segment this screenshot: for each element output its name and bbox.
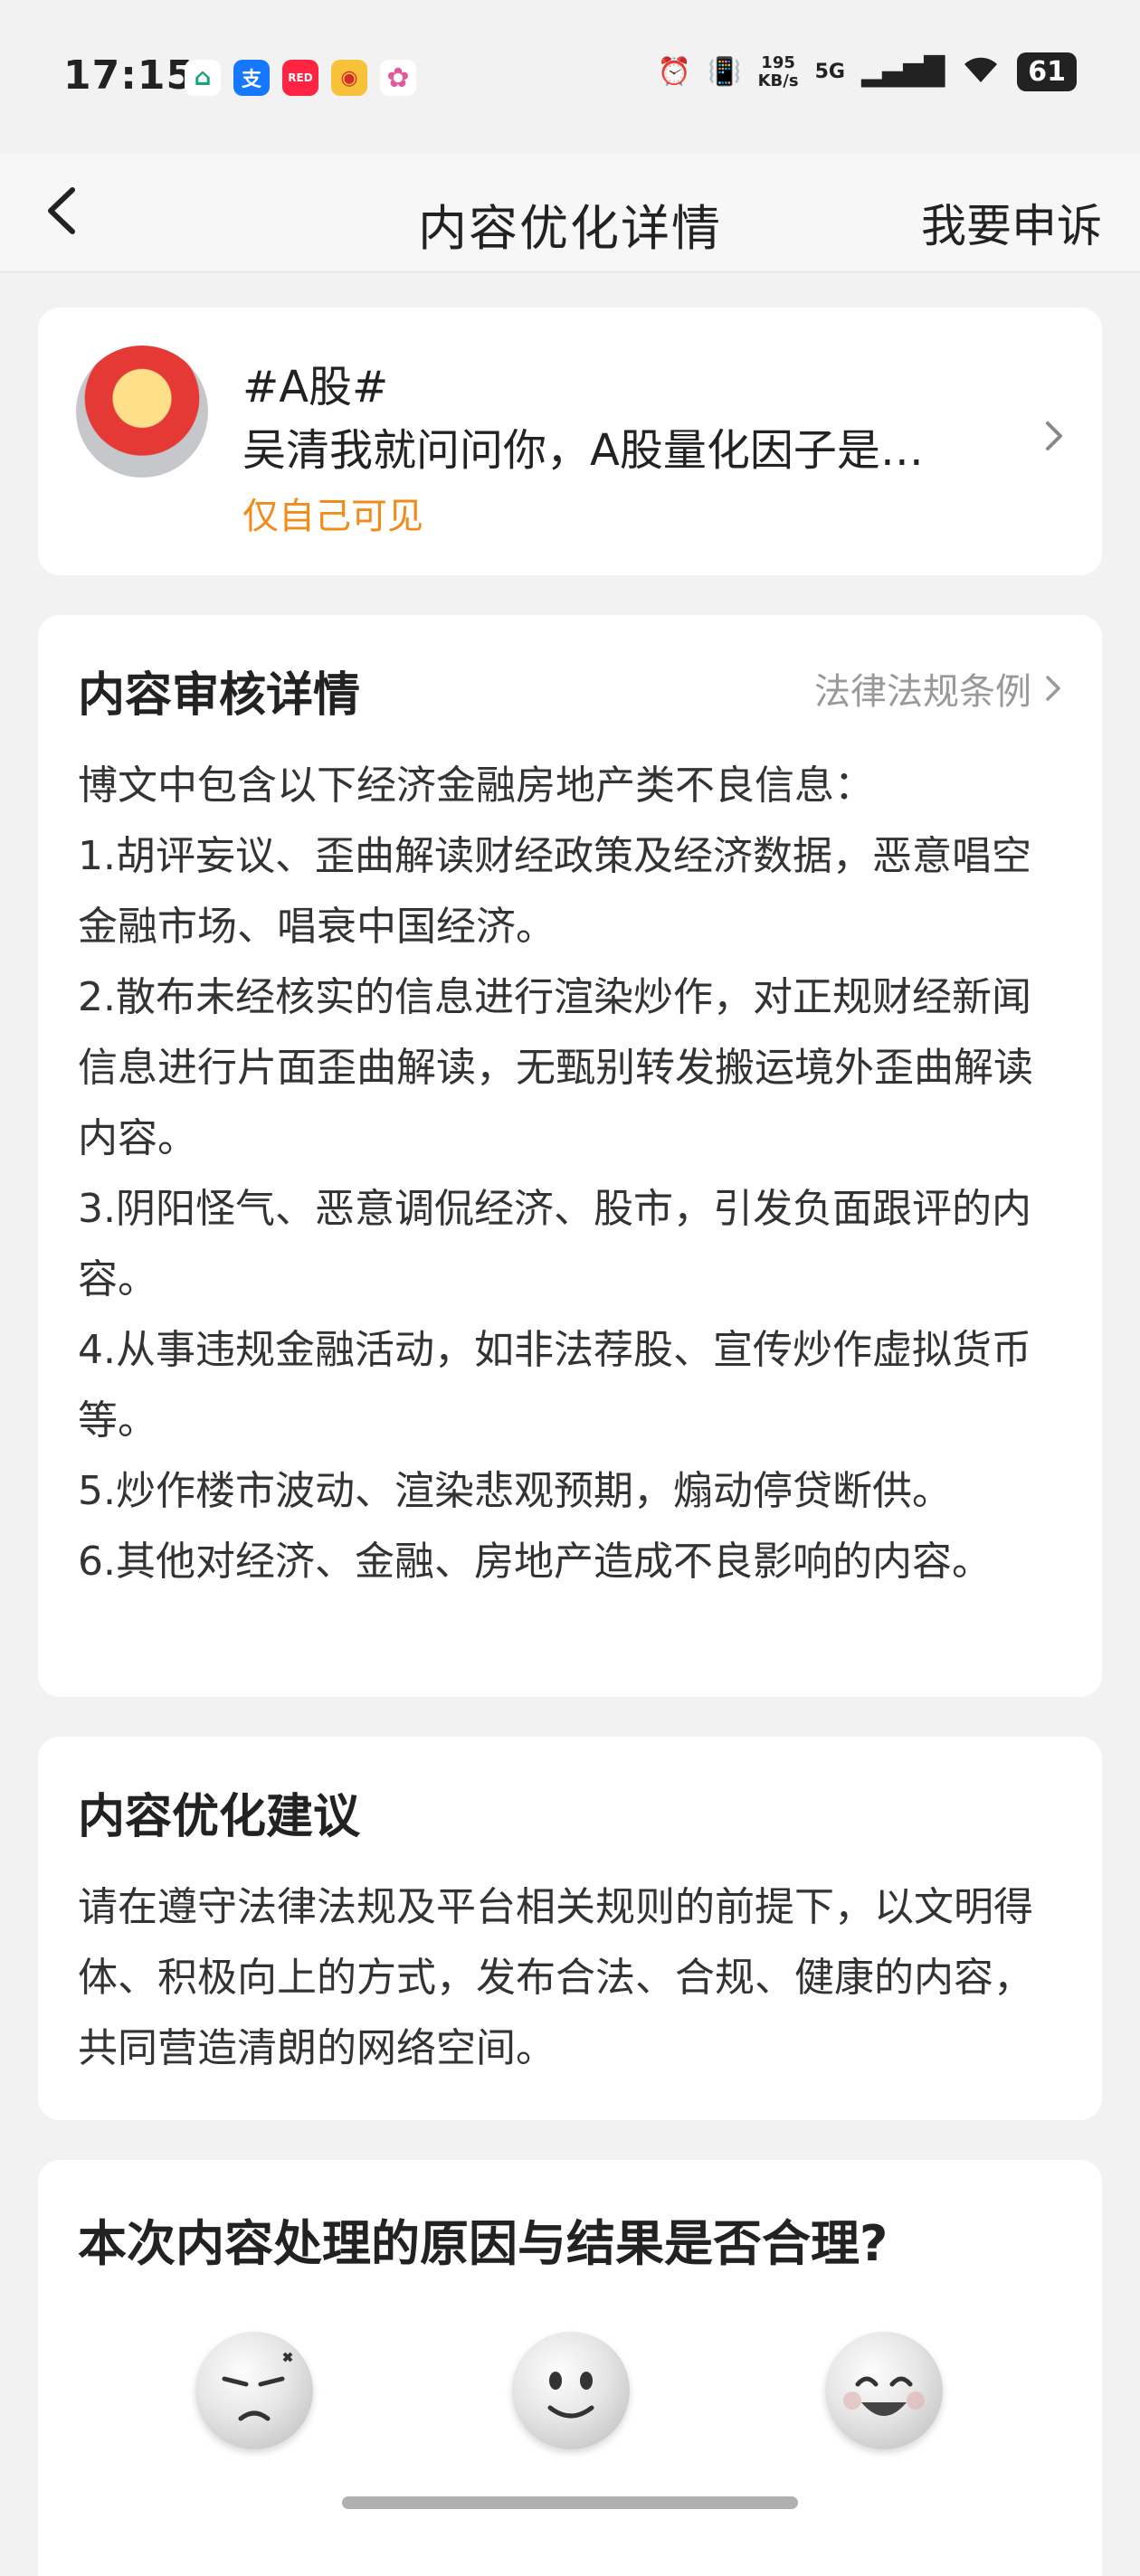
speed-value: 195 <box>761 52 795 72</box>
law-link-label: 法律法规条例 <box>814 671 1031 713</box>
review-item: 4.从事违规金融活动，如非法荐股、宣传炒作虚拟货币等。 <box>78 1327 1031 1444</box>
avatar <box>76 346 208 478</box>
annoyed-face-icon[interactable] <box>195 2332 313 2449</box>
alarm-icon: ⏰ <box>657 56 692 88</box>
post-hashtag: #A股# <box>242 362 389 412</box>
suggestion-title: 内容优化建议 <box>78 1790 361 1844</box>
network-speed: 195 KB/s <box>757 52 799 90</box>
review-details-card: 内容审核详情 法律法规条例 博文中包含以下经济金融房地产类不良信息： 1.胡评妄… <box>38 615 1102 1697</box>
wifi-icon <box>961 53 1001 91</box>
feedback-card: 本次内容处理的原因与结果是否合理? <box>38 2160 1102 2576</box>
review-intro: 博文中包含以下经济金融房地产类不良信息： <box>78 762 874 809</box>
review-body: 博文中包含以下经济金融房地产类不良信息： 1.胡评妄议、歪曲解读财经政策及经济数… <box>78 751 1064 1597</box>
review-item: 5.炒作楼市波动、渲染悲观预期，煽动停贷断供。 <box>78 1468 952 1514</box>
signal-icon: ▂▄▆█ <box>860 56 945 88</box>
status-time: 17:15 <box>63 52 195 99</box>
status-bar: 17:15 ⌂ 支 RED ◉ ✿ ⏰ 📳 195 KB/s 5G ▂▄▆█ 6… <box>0 0 1140 154</box>
visibility-label: 仅自己可见 <box>242 496 423 537</box>
review-title: 内容审核详情 <box>78 668 361 723</box>
alipay-icon: 支 <box>233 60 270 96</box>
happy-face-icon[interactable] <box>825 2332 943 2449</box>
suggestion-body: 请在遵守法律法规及平台相关规则的前提下，以文明得体、积极向上的方式，发布合法、合… <box>78 1884 1033 2071</box>
vibrate-icon: 📳 <box>708 56 742 88</box>
speed-unit: KB/s <box>757 71 799 90</box>
review-item: 6.其他对经济、金融、房地产造成不良影响的内容。 <box>78 1539 992 1585</box>
notification-icons: ⌂ 支 RED ◉ ✿ <box>185 60 416 96</box>
system-icons: ⏰ 📳 195 KB/s 5G ▂▄▆█ 61 <box>658 52 1077 91</box>
post-text: 吴清我就问问你，A股量化因子是… <box>242 425 924 476</box>
chevron-right-icon <box>1046 421 1062 450</box>
review-item: 3.阴阳怪气、恶意调侃经济、股市，引发负面跟评的内容。 <box>78 1186 1031 1302</box>
review-item: 2.散布未经核实的信息进行渲染炒作，对正规财经新闻信息进行片面歪曲解读，无甄别转… <box>78 974 1033 1161</box>
post-card[interactable]: #A股# 吴清我就问问你，A股量化因子是… 仅自己可见 <box>38 308 1102 575</box>
weibo-icon: ◉ <box>331 60 367 96</box>
network-type: 5G <box>814 61 845 83</box>
suggestion-card: 内容优化建议 请在遵守法律法规及平台相关规则的前提下，以文明得体、积极向上的方式… <box>38 1737 1102 2120</box>
flower-app-icon: ✿ <box>380 60 416 96</box>
chevron-right-icon <box>1046 676 1060 701</box>
appeal-button[interactable]: 我要申诉 <box>921 190 1102 255</box>
house-app-icon: ⌂ <box>185 60 221 96</box>
review-item: 1.胡评妄议、歪曲解读财经政策及经济数据，恶意唱空金融市场、唱衰中国经济。 <box>78 833 1031 950</box>
xiaohongshu-icon: RED <box>282 60 318 96</box>
feedback-question: 本次内容处理的原因与结果是否合理? <box>78 2215 888 2272</box>
law-regulations-link[interactable]: 法律法规条例 <box>814 662 1062 715</box>
top-nav-bar: 内容优化详情 我要申诉 <box>0 154 1140 272</box>
battery-indicator: 61 <box>1017 52 1077 91</box>
home-indicator[interactable] <box>342 2496 798 2509</box>
neutral-face-icon[interactable] <box>512 2332 630 2449</box>
